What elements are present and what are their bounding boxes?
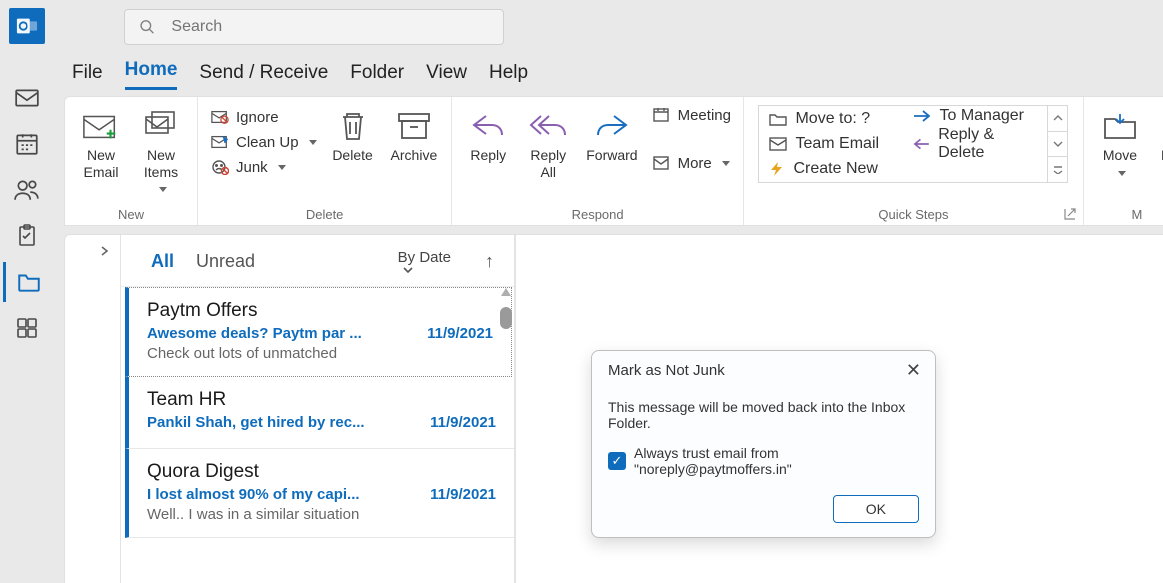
sort-direction-button[interactable]: ↑ [485,251,494,272]
ribbon-label-delete: Delete [206,204,443,225]
ribbon-label-respond: Respond [460,204,735,225]
ignore-button[interactable]: Ignore [206,107,321,127]
message-subject: I lost almost 90% of my capi... [147,486,360,503]
left-rail [0,0,54,583]
sort-button[interactable]: By Date [398,249,451,274]
chevron-right-icon [98,245,110,257]
trust-sender-checkbox[interactable]: ✓ Always trust email from "noreply@paytm… [608,445,919,477]
ribbon-group-move: Move Ru M [1084,97,1163,225]
people-rail-icon[interactable] [3,170,51,210]
menu-send-receive[interactable]: Send / Receive [199,62,328,90]
reply-arrow-icon [913,138,930,150]
message-subject: Pankil Shah, get hired by rec... [147,414,365,431]
folders-rail-icon[interactable] [3,262,51,302]
scroll-thumb[interactable] [500,307,512,329]
qs-to-manager[interactable]: To Manager [903,106,1047,126]
move-button[interactable]: Move [1092,103,1148,181]
calendar-rail-icon[interactable] [3,124,51,164]
search-icon [139,18,155,36]
chevron-down-icon[interactable] [1048,132,1067,158]
menu-home[interactable]: Home [125,59,178,90]
checkbox-checked-icon: ✓ [608,452,626,470]
ribbon-group-quicksteps: Move to: ? Team Email Create New [744,97,1084,225]
forward-arrow-icon [913,110,931,122]
message-item[interactable]: Paytm Offers Awesome deals? Paytm par ..… [125,287,512,377]
apps-rail-icon[interactable] [3,308,51,348]
ribbon-label-new: New [73,204,189,225]
message-date: 11/9/2021 [430,486,496,503]
qs-reply-delete[interactable]: Reply & Delete [903,126,1047,162]
message-preview: Well.. I was in a similar situation [147,506,496,523]
lightning-icon [769,162,785,176]
qs-scroll[interactable] [1047,106,1067,182]
close-icon[interactable]: ✕ [906,361,921,379]
message-date: 11/9/2021 [430,414,496,431]
quick-steps-gallery[interactable]: Move to: ? Team Email Create New [758,105,1068,183]
new-items-button[interactable]: New Items [133,103,189,197]
menu-tabs: File Home Send / Receive Folder View Hel… [54,54,1163,90]
menu-help[interactable]: Help [489,62,528,90]
forward-button[interactable]: Forward [580,103,643,164]
ribbon-label-quicksteps: Quick Steps [752,204,1075,225]
outlook-logo [9,8,45,44]
message-subject: Awesome deals? Paytm par ... [147,325,362,342]
cleanup-button[interactable]: Clean Up [206,132,321,152]
ribbon-group-respond: Reply Reply All Forward Meeting [452,97,744,225]
chevron-up-icon[interactable] [1048,106,1067,132]
dialog-title: Mark as Not Junk [608,362,725,379]
scroll-up-icon[interactable] [498,285,514,299]
message-from: Team HR [147,389,496,411]
ribbon: New Email New Items New Ignore [64,96,1163,226]
message-from: Quora Digest [147,461,496,483]
qs-team-email[interactable]: Team Email [759,131,903,156]
reply-button[interactable]: Reply [460,103,516,164]
message-item[interactable]: Team HR Pankil Shah, get hired by rec...… [125,377,514,449]
meeting-button[interactable]: Meeting [648,105,735,125]
menu-file[interactable]: File [72,62,103,90]
delete-button[interactable]: Delete [325,103,381,164]
mail-rail-icon[interactable] [3,78,51,118]
ok-button[interactable]: OK [833,495,919,523]
search-box[interactable] [124,9,504,45]
not-junk-dialog: Mark as Not Junk ✕ This message will be … [591,350,936,538]
qs-move-to[interactable]: Move to: ? [759,106,903,131]
menu-view[interactable]: View [426,62,467,90]
folder-pane-collapsed[interactable] [65,235,121,583]
message-date: 11/9/2021 [427,325,493,342]
rules-button[interactable]: Ru [1152,103,1163,164]
message-preview: Check out lots of unmatched [147,345,493,362]
new-email-button[interactable]: New Email [73,103,129,181]
junk-button[interactable]: Junk [206,157,321,177]
dialog-message: This message will be moved back into the… [608,399,919,431]
tab-unread[interactable]: Unread [196,251,255,272]
message-item[interactable]: Quora Digest I lost almost 90% of my cap… [125,449,514,538]
checkbox-label: Always trust email from "noreply@paytmof… [634,445,919,477]
ribbon-group-new: New Email New Items New [65,97,198,225]
more-respond-button[interactable]: More [648,153,735,173]
titlebar [54,0,1163,54]
ribbon-label-move: M [1092,204,1163,225]
message-list-pane: All Unread By Date ↑ Paytm Offers Awesom… [121,235,516,583]
folder-icon [769,112,787,126]
qs-create-new[interactable]: Create New [759,157,903,182]
message-list: Paytm Offers Awesome deals? Paytm par ..… [121,286,514,583]
ribbon-group-delete: Ignore Clean Up Junk Delete [198,97,452,225]
dialog-launcher-icon[interactable] [1063,207,1077,221]
reply-all-button[interactable]: Reply All [520,103,576,181]
menu-folder[interactable]: Folder [350,62,404,90]
message-from: Paytm Offers [147,300,493,322]
envelope-icon [769,137,787,151]
tasks-rail-icon[interactable] [3,216,51,256]
search-input[interactable] [169,17,489,37]
archive-button[interactable]: Archive [385,103,444,164]
tab-all[interactable]: All [151,251,174,272]
expand-gallery-icon[interactable] [1048,157,1067,182]
reading-pane: Mark as Not Junk ✕ This message will be … [516,235,1163,583]
scrollbar[interactable] [498,285,514,583]
content-area: All Unread By Date ↑ Paytm Offers Awesom… [64,234,1163,583]
